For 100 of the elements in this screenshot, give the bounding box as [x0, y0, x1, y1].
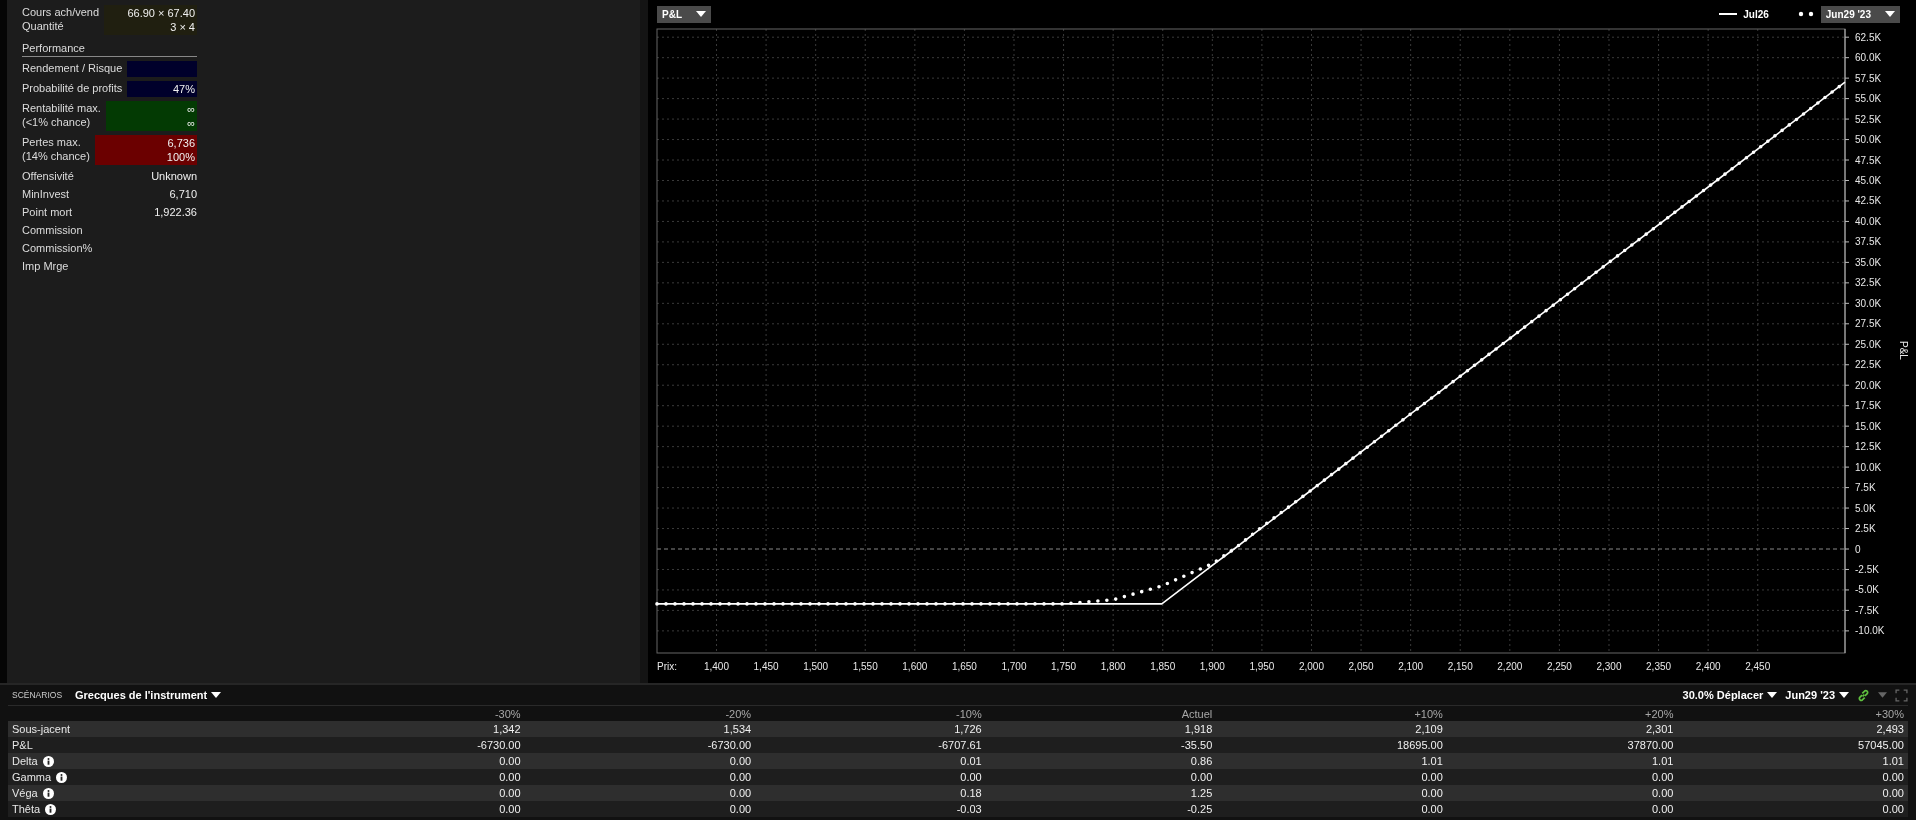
table-cell-text: 0.00: [1420, 803, 1443, 815]
caret-icon[interactable]: [1878, 692, 1887, 698]
x-axis-title: Prix:: [657, 661, 677, 672]
metric-label: Imp Mrge: [22, 259, 69, 273]
x-tick-label: 1,400: [704, 661, 729, 672]
row-label: P&L: [12, 739, 33, 751]
x-tick-label: 2,200: [1497, 661, 1523, 672]
table-cell-text: 2,493: [1875, 723, 1904, 735]
table-cell-text: 0.00: [959, 771, 982, 783]
info-icon[interactable]: [42, 787, 54, 799]
y-tick-label: -2.5K: [1855, 563, 1879, 575]
y-tick-label: 7.5K: [1855, 482, 1876, 494]
column-header: -20%: [724, 707, 752, 720]
view-dropdown[interactable]: Grecques de l'instrument: [75, 689, 222, 701]
y-tick-label: 0: [1855, 543, 1861, 555]
y-tick-label: 55.0K: [1855, 93, 1882, 105]
column-header: +10%: [1413, 707, 1443, 720]
x-tick-label: 1,950: [1249, 661, 1275, 672]
table-cell-text: 0.00: [498, 787, 521, 799]
column-header: -10%: [955, 707, 982, 720]
column-header: +30%: [1874, 707, 1904, 720]
y-tick-label: -7.5K: [1855, 604, 1879, 616]
table-cell-text: -6730.00: [476, 739, 521, 751]
table-cell-text: 0.00: [1881, 803, 1904, 815]
metric-dropdown[interactable]: P&L: [657, 5, 711, 23]
y-tick-label: 17.5K: [1855, 400, 1882, 412]
x-tick-label: 1,750: [1051, 661, 1077, 672]
x-tick-label: 2,100: [1398, 661, 1424, 672]
x-tick-label: 2,350: [1646, 661, 1672, 672]
column-header: Actuel: [1180, 707, 1213, 720]
y-tick-label: 52.5K: [1855, 113, 1882, 125]
info-icon[interactable]: [42, 755, 54, 767]
y-tick-label: 20.0K: [1855, 379, 1882, 391]
info-icon[interactable]: [56, 771, 68, 783]
row-label: Sous-jacent: [12, 723, 71, 735]
table-cell-text: 0.00: [1881, 771, 1904, 783]
y-tick-label: -5.0K: [1855, 584, 1879, 596]
table-cell-text: 1.01: [1420, 755, 1443, 767]
x-tick-label: 1,650: [951, 661, 977, 672]
metric-value: 6,710: [169, 187, 197, 201]
metric-value: Unknown: [151, 169, 197, 183]
table-cell-text: -6707.61: [937, 739, 982, 751]
metric-label: Commission: [22, 223, 83, 237]
x-tick-label: 2,150: [1447, 661, 1473, 672]
section-heading: Performance: [22, 41, 197, 57]
y-tick-label: 42.5K: [1855, 195, 1882, 207]
table-cell-text: 37870.00: [1626, 739, 1674, 751]
y-tick-label: 40.0K: [1855, 215, 1882, 227]
link-icon[interactable]: [1857, 688, 1870, 702]
metric-label: Probabilité de profits: [22, 81, 123, 95]
metric-label: MinInvest: [22, 187, 70, 201]
metric-label: (14% chance): [22, 149, 90, 163]
row-label: Véga: [12, 787, 38, 799]
x-tick-label: 2,300: [1596, 661, 1622, 672]
table-cell-text: 18695.00: [1395, 739, 1443, 751]
table-cell-text: 0.00: [728, 771, 752, 783]
date-dropdown[interactable]: Jun29 '23: [1820, 5, 1900, 23]
y-tick-label: 45.0K: [1855, 175, 1882, 186]
table-cell-text: 1.01: [1881, 755, 1904, 767]
x-tick-label: 1,450: [753, 661, 779, 672]
table-cell-text: -35.50: [1180, 739, 1213, 751]
x-tick-label: 2,050: [1348, 661, 1374, 672]
table-cell-text: 0.00: [728, 755, 752, 767]
metric-label: Commission%: [22, 241, 93, 255]
metric-label: Rendement / Risque: [22, 61, 123, 75]
x-tick-label: 2,450: [1745, 661, 1771, 672]
row-label: Delta: [12, 755, 38, 767]
table-cell-text: 0.00: [1651, 771, 1674, 783]
caret-icon: [1839, 692, 1849, 698]
metric-value-box: ∞ ∞: [105, 101, 197, 131]
caret-icon: [1767, 692, 1778, 698]
shift-dropdown[interactable]: 30.0% Déplacer: [1682, 689, 1778, 701]
table-cell-text: 0.00: [498, 771, 521, 783]
y-tick-label: 37.5K: [1855, 236, 1882, 248]
y-tick-label: 32.5K: [1855, 277, 1882, 289]
caret-icon: [211, 692, 222, 698]
date-dropdown[interactable]: Jun29 '23: [1785, 689, 1849, 701]
y-tick-label: 10.0K: [1855, 461, 1882, 473]
metric-label: Pertes max.: [22, 135, 82, 149]
info-icon[interactable]: [45, 803, 57, 815]
table-cell-text: 1,726: [953, 723, 982, 735]
expand-icon[interactable]: [1895, 688, 1908, 702]
table-cell-text: -0.25: [1186, 803, 1213, 815]
section-title: SCÉNARIOS: [11, 690, 64, 700]
legend-label: Jul26: [1743, 8, 1769, 20]
metric-label: (<1% chance): [22, 115, 92, 129]
table-cell-text: 0.00: [1420, 771, 1443, 783]
x-tick-label: 1,500: [803, 661, 829, 672]
y-tick-label: 50.0K: [1855, 134, 1882, 146]
x-tick-label: 1,800: [1100, 661, 1126, 672]
metric-label: Point mort: [22, 205, 73, 219]
table-cell-text: 1.01: [1651, 755, 1674, 767]
x-tick-label: 1,550: [852, 661, 878, 672]
y-tick-label: 57.5K: [1855, 72, 1882, 84]
table-cell-text: 0.00: [498, 803, 521, 815]
table-cell-text: 1,342: [492, 723, 521, 735]
table-cell-text: -6730.00: [706, 739, 752, 751]
table-cell-text: 2,109: [1414, 723, 1443, 735]
y-tick-label: 35.0K: [1855, 256, 1882, 268]
table-cell-text: 0.00: [728, 803, 752, 815]
